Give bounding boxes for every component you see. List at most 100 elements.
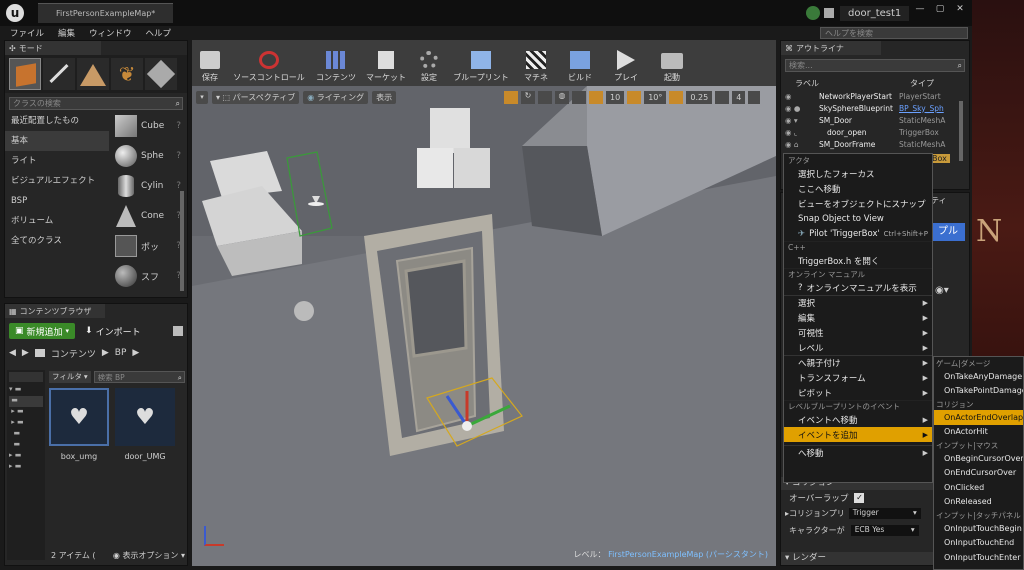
- viewport[interactable]: ▾ ▾ ⬚ パースペクティブ ◉ ライティング 表示 ↻ ◍ 10 10° 0.…: [192, 86, 776, 566]
- event-on-end-cursor-over[interactable]: OnEndCursorOver: [934, 466, 1023, 481]
- event-on-input-touch-begin[interactable]: OnInputTouchBegin: [934, 521, 1023, 536]
- surface-snap-icon[interactable]: [572, 90, 586, 104]
- show-button[interactable]: 表示: [372, 90, 397, 104]
- col-type[interactable]: タイプ: [910, 78, 934, 89]
- details-eye-icon[interactable]: ◉▾: [935, 285, 949, 296]
- class-item-sphere[interactable]: Sphe?: [111, 141, 181, 171]
- menu-select[interactable]: 選択 ▶: [784, 295, 932, 310]
- event-on-begin-cursor-over[interactable]: OnBeginCursorOver: [934, 451, 1023, 466]
- tree-item[interactable]: ▾ ▬: [9, 385, 43, 396]
- menu-focus-selected[interactable]: 選択したフォーカス: [784, 166, 932, 181]
- camera-speed-value[interactable]: 4: [732, 90, 746, 104]
- class-item-sphere-volume[interactable]: スフ?: [111, 261, 181, 291]
- maximize-viewport-icon[interactable]: [748, 90, 761, 104]
- menu-move-to[interactable]: へ移動 ▶: [784, 445, 932, 460]
- menu-snap-view-to-object[interactable]: ビューをオブジェクトにスナップ: [784, 196, 932, 211]
- tree-item[interactable]: ▸ ▬: [9, 407, 43, 418]
- settings-button[interactable]: 設定: [414, 43, 444, 83]
- menu-pilot[interactable]: ✈ Pilot 'TriggerBox' Ctrl+Shift+P: [784, 226, 932, 241]
- category-recent[interactable]: 最近配置したもの: [5, 111, 109, 131]
- class-item-cube[interactable]: Cube?: [111, 111, 181, 141]
- rotation-snap-icon[interactable]: [627, 90, 642, 104]
- help-search[interactable]: ヘルプを検索: [820, 27, 968, 39]
- class-item-cylinder[interactable]: Cylin?: [111, 171, 181, 201]
- menu-open-header[interactable]: TriggerBox.h を開く: [784, 253, 932, 268]
- outliner-row[interactable]: ◉ ⌂ SM_DoorFrame StaticMeshA: [781, 138, 969, 150]
- translate-icon[interactable]: [504, 90, 518, 104]
- category-lights[interactable]: ライト: [5, 151, 109, 171]
- event-on-actor-end-overlap[interactable]: OnActorEndOverlap: [934, 410, 1023, 425]
- scale-snap-value[interactable]: 0.25: [686, 90, 713, 104]
- event-on-actor-hit[interactable]: OnActorHit: [934, 425, 1023, 440]
- overlap-checkbox[interactable]: ✓: [854, 493, 865, 503]
- details-blueprint-button[interactable]: プル: [931, 223, 965, 241]
- geometry-mode-icon[interactable]: [145, 58, 177, 90]
- blueprints-button[interactable]: ブループリント: [450, 43, 512, 83]
- event-on-clicked[interactable]: OnClicked: [934, 480, 1023, 495]
- category-bsp[interactable]: BSP: [5, 191, 109, 211]
- rotate-icon[interactable]: ↻: [521, 90, 535, 104]
- character-step-dropdown[interactable]: ECB Yes ▾: [850, 525, 919, 536]
- tree-search-icon[interactable]: [9, 372, 43, 382]
- rotation-snap-value[interactable]: 10°: [644, 90, 667, 104]
- marketplace-button[interactable]: マーケット: [364, 43, 408, 83]
- outliner-search[interactable]: 検索... ⌕: [785, 59, 965, 72]
- menu-edit[interactable]: 編集: [58, 27, 75, 39]
- menu-pivot[interactable]: ピボット ▶: [784, 385, 932, 400]
- outliner-row[interactable]: ◉ ▾ SM_Door StaticMeshA: [781, 114, 969, 126]
- event-on-take-point-damage[interactable]: OnTakePointDamage: [934, 384, 1023, 399]
- asset-tile[interactable]: ♥ door_UMG: [115, 388, 175, 461]
- document-tab[interactable]: FirstPersonExampleMap*: [38, 3, 174, 23]
- menu-add-event[interactable]: イベントを追加 ▶: [784, 427, 932, 442]
- close-icon[interactable]: ✕: [950, 4, 970, 14]
- category-all[interactable]: 全てのクラス: [5, 231, 109, 251]
- landscape-mode-icon[interactable]: [77, 58, 109, 90]
- launch-button[interactable]: 起動: [652, 43, 692, 83]
- matinee-button[interactable]: マチネ: [518, 43, 554, 83]
- tree-item[interactable]: ▸ ▬: [9, 451, 43, 462]
- menu-transform[interactable]: トランスフォーム ▶: [784, 370, 932, 385]
- details-tab-fragment[interactable]: ティ: [931, 195, 947, 206]
- viewport-options-button[interactable]: ▾: [196, 90, 208, 104]
- class-item-box-volume[interactable]: ポッ?: [111, 231, 181, 261]
- build-button[interactable]: ビルド: [560, 43, 600, 83]
- scale-icon[interactable]: [538, 90, 552, 104]
- asset-tile[interactable]: ♥ box_umg: [49, 388, 109, 461]
- menu-edit-sub[interactable]: 編集 ▶: [784, 310, 932, 325]
- class-search[interactable]: クラスの検索 ⌕: [9, 97, 183, 110]
- outliner-row[interactable]: ◉ NetworkPlayerStart PlayerStart: [781, 90, 969, 102]
- minimize-icon[interactable]: —: [910, 4, 930, 14]
- menu-online-manual[interactable]: ? オンラインマニュアルを表示: [784, 280, 932, 295]
- menu-help[interactable]: ヘルプ: [146, 27, 172, 39]
- tree-item[interactable]: ▬: [9, 440, 43, 451]
- outliner-row[interactable]: ◉ ● SkySphereBlueprint BP_Sky_Sph: [781, 102, 969, 114]
- class-item-cone[interactable]: Cone?: [111, 201, 181, 231]
- lighting-button[interactable]: ◉ ライティング: [303, 90, 369, 104]
- forward-icon[interactable]: ▶: [22, 348, 29, 358]
- path-root[interactable]: コンテンツ: [51, 347, 96, 360]
- camera-speed-icon[interactable]: [715, 90, 730, 104]
- event-on-take-any-damage[interactable]: OnTakeAnyDamage: [934, 369, 1023, 384]
- collision-preset-dropdown[interactable]: Trigger ▾: [848, 508, 921, 519]
- visibility-icon[interactable]: ◉ ⌂: [785, 140, 819, 149]
- category-volumes[interactable]: ボリューム: [5, 211, 109, 231]
- tree-item[interactable]: ▬: [9, 429, 43, 440]
- tree-item[interactable]: ▸ ▬: [9, 418, 43, 429]
- source-control-button[interactable]: ソースコントロール: [230, 43, 308, 83]
- visibility-icon[interactable]: ◉: [785, 92, 819, 101]
- import-button[interactable]: ⬇ インポート: [81, 323, 145, 339]
- add-new-button[interactable]: ▣ 新規追加 ▾: [9, 323, 76, 339]
- asset-search-input[interactable]: 検索 BP ⌕: [93, 370, 185, 383]
- menu-visibility[interactable]: 可視性 ▶: [784, 325, 932, 340]
- perspective-button[interactable]: ▾ ⬚ パースペクティブ: [212, 90, 300, 104]
- grid-snap-value[interactable]: 10: [606, 90, 625, 104]
- grid-snap-icon[interactable]: [589, 90, 603, 104]
- play-button[interactable]: プレイ: [606, 43, 646, 83]
- tree-item[interactable]: ▬: [9, 396, 43, 407]
- scale-snap-icon[interactable]: [669, 90, 684, 104]
- event-on-input-touch-end[interactable]: OnInputTouchEnd: [934, 536, 1023, 551]
- content-button[interactable]: コンテンツ: [314, 43, 358, 83]
- category-basic[interactable]: 基本: [5, 131, 109, 151]
- menu-move-here[interactable]: ここへ移動: [784, 181, 932, 196]
- menu-level[interactable]: レベル ▶: [784, 340, 932, 355]
